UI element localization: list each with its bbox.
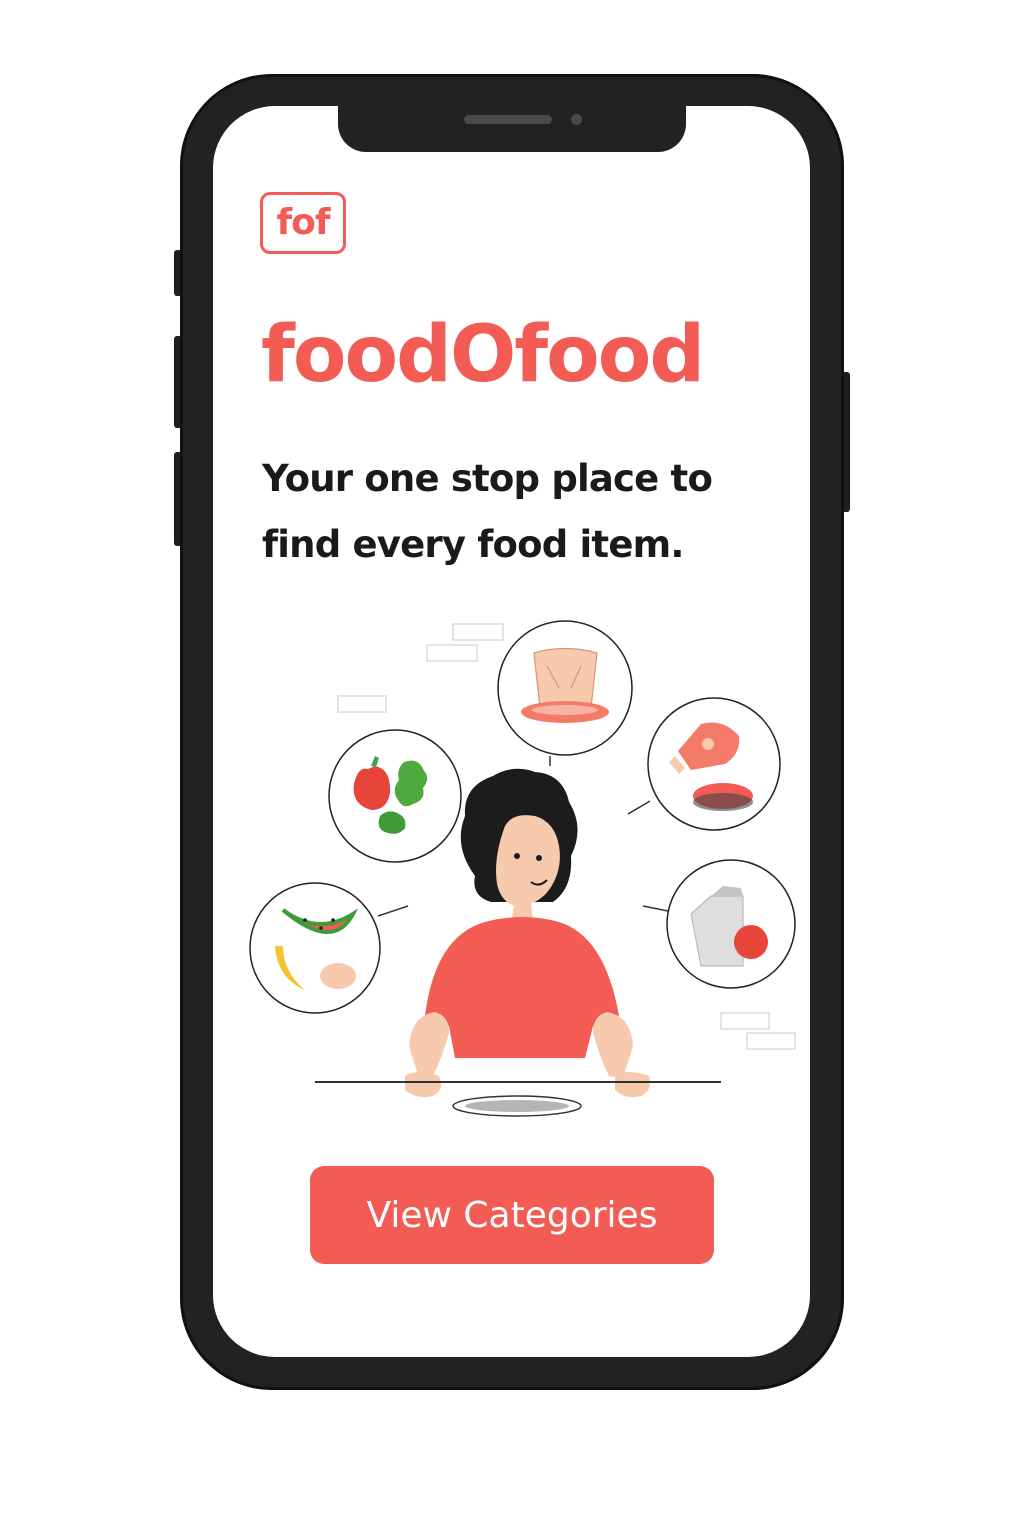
bread-icon [497,620,633,756]
meat-icon [647,697,781,831]
fruits-icon [249,882,381,1014]
dairy-icon [666,859,796,989]
tagline: Your one stop place to find every food i… [262,446,782,578]
app-logo-text: fof [276,202,330,243]
phone-screen: fof foodOfood Your one stop place to fin… [213,106,810,1357]
phone-notch [338,106,686,152]
speaker-grille [464,115,552,124]
tagline-line-1: Your one stop place to [262,457,713,500]
vegetables-icon [328,729,462,863]
hero-illustration [249,620,796,1117]
view-categories-button[interactable]: View Categories [310,1166,714,1264]
app-logo: fof [260,192,346,254]
front-camera [571,114,582,125]
stage: fof foodOfood Your one stop place to fin… [0,0,1024,1536]
tagline-line-2: find every food item. [262,523,684,566]
app-title: foodOfood [261,310,705,400]
